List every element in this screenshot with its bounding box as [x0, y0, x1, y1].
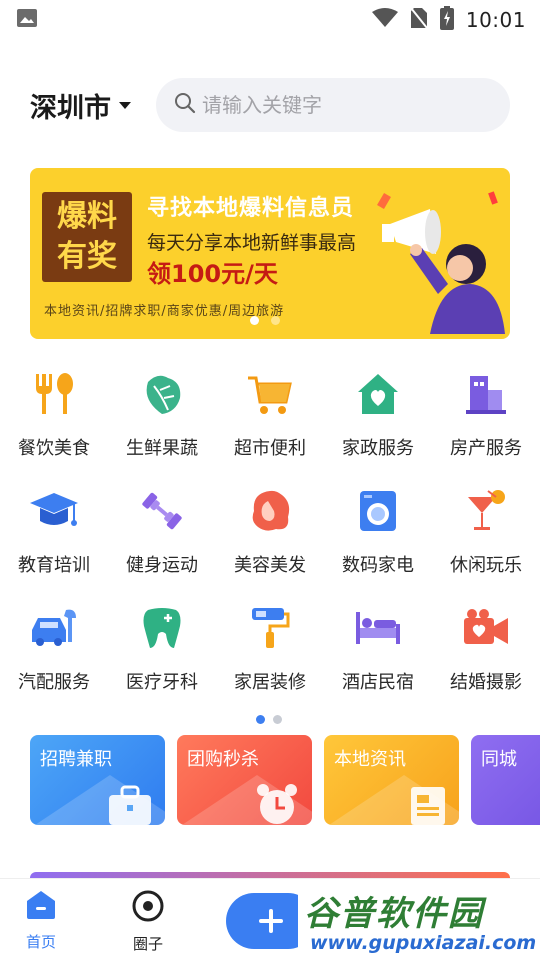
newspaper-icon [411, 787, 445, 825]
category-label: 家居装修 [234, 672, 306, 693]
paint-roller-icon [244, 602, 296, 654]
category-dental[interactable]: 医疗牙科 [108, 602, 216, 702]
category-label: 汽配服务 [18, 672, 90, 693]
category-label: 美容美发 [234, 555, 306, 576]
no-sim-icon [410, 7, 428, 33]
city-selector[interactable]: 深圳市 [30, 86, 131, 125]
category-label: 结婚摄影 [450, 672, 522, 693]
header: 深圳市 [0, 78, 540, 132]
category-housekeeping[interactable]: 家政服务 [324, 368, 432, 468]
cocktail-icon [460, 485, 512, 537]
feature-cards: 招聘兼职 团购秒杀 本地资讯 同城 [30, 735, 540, 827]
category-label: 房产服务 [450, 438, 522, 459]
category-leisure[interactable]: 休闲玩乐 [432, 485, 540, 585]
category-education[interactable]: 教育培训 [0, 485, 108, 585]
category-label: 教育培训 [18, 555, 90, 576]
category-pager-dot-active[interactable] [256, 715, 265, 724]
circle-target-icon [132, 890, 164, 922]
car-wrench-icon [28, 602, 80, 654]
category-food[interactable]: 餐饮美食 [0, 368, 108, 468]
home-icon [27, 891, 55, 919]
banner-tags: 本地资讯/招牌求职/商家优惠/周边旅游 [44, 304, 285, 319]
category-label: 休闲玩乐 [450, 555, 522, 576]
nav-home[interactable]: 首页 [6, 889, 76, 952]
watermark: 谷普软件园 www.gupuxiazai.com [298, 882, 540, 960]
category-label: 医疗牙科 [126, 672, 198, 693]
video-camera-icon [460, 602, 512, 654]
alarm-clock-icon [257, 784, 297, 824]
building-icon [460, 368, 512, 420]
category-fitness[interactable]: 健身运动 [108, 485, 216, 585]
graduation-cap-icon [28, 485, 80, 537]
category-realestate[interactable]: 房产服务 [432, 368, 540, 468]
watermark-url: www.gupuxiazai.com [310, 932, 537, 954]
food-icon [28, 368, 80, 420]
search-icon [174, 92, 196, 118]
banner-pager [250, 316, 280, 325]
category-label: 超市便利 [234, 438, 306, 459]
card-label: 同城 [481, 749, 517, 770]
battery-charging-icon [439, 6, 454, 34]
search-box[interactable] [156, 78, 510, 132]
megaphone-person-illustration [377, 191, 505, 334]
category-pager [256, 715, 282, 724]
card-recruitment[interactable]: 招聘兼职 [30, 735, 165, 825]
image-notification-icon [16, 8, 38, 32]
category-pager-dot[interactable] [273, 715, 282, 724]
bed-icon [352, 602, 404, 654]
status-bar: 10:01 [0, 0, 540, 38]
hair-icon [244, 485, 296, 537]
city-label: 深圳市 [30, 93, 111, 124]
search-input[interactable] [202, 93, 492, 117]
category-label: 生鲜果蔬 [126, 438, 198, 459]
category-wedding[interactable]: 结婚摄影 [432, 602, 540, 702]
card-group-buy[interactable]: 团购秒杀 [177, 735, 312, 825]
nav-circle-label: 圈子 [132, 935, 163, 953]
banner-pager-dot[interactable] [271, 316, 280, 325]
nav-circle[interactable]: 圈子 [113, 889, 183, 954]
stamp-line-2: 有奖 [57, 239, 117, 274]
card-local-news[interactable]: 本地资讯 [324, 735, 459, 825]
tooth-icon [136, 602, 188, 654]
banner-title: 寻找本地爆料信息员 [147, 196, 355, 221]
category-label: 健身运动 [126, 555, 198, 576]
plus-icon [259, 909, 283, 933]
banner-stamp: 爆料 有奖 [42, 192, 132, 282]
banner-pager-dot-active[interactable] [250, 316, 259, 325]
category-label: 家政服务 [342, 438, 414, 459]
category-label: 酒店民宿 [342, 672, 414, 693]
card-label: 本地资讯 [334, 749, 406, 770]
stamp-line-1: 爆料 [57, 199, 117, 234]
card-label: 团购秒杀 [187, 749, 259, 770]
banner-prize: 领100元/天 [147, 260, 278, 288]
banner-subtitle: 每天分享本地新鲜事最高 [147, 232, 357, 254]
caret-down-icon [119, 102, 131, 109]
category-autoparts[interactable]: 汽配服务 [0, 602, 108, 702]
category-supermarket[interactable]: 超市便利 [216, 368, 324, 468]
card-label: 招聘兼职 [40, 749, 112, 770]
card-same-city[interactable]: 同城 [471, 735, 540, 825]
category-digital[interactable]: 数码家电 [324, 485, 432, 585]
category-label: 数码家电 [342, 555, 414, 576]
category-label: 餐饮美食 [18, 438, 90, 459]
category-fresh[interactable]: 生鲜果蔬 [108, 368, 216, 468]
house-icon [352, 368, 404, 420]
promo-banner[interactable]: 爆料 有奖 寻找本地爆料信息员 每天分享本地新鲜事最高 领100元/天 本地资讯… [30, 168, 510, 339]
vegetable-icon [136, 368, 188, 420]
wifi-icon [371, 8, 398, 32]
category-renovation[interactable]: 家居装修 [216, 602, 324, 702]
briefcase-icon [109, 785, 151, 825]
watermark-logo: 谷普软件园 [304, 894, 484, 934]
nav-home-label: 首页 [25, 933, 56, 951]
status-time: 10:01 [465, 8, 526, 32]
dumbbell-icon [136, 485, 188, 537]
category-beauty[interactable]: 美容美发 [216, 485, 324, 585]
washing-machine-icon [352, 485, 404, 537]
cart-icon [244, 368, 296, 420]
category-hotel[interactable]: 酒店民宿 [324, 602, 432, 702]
